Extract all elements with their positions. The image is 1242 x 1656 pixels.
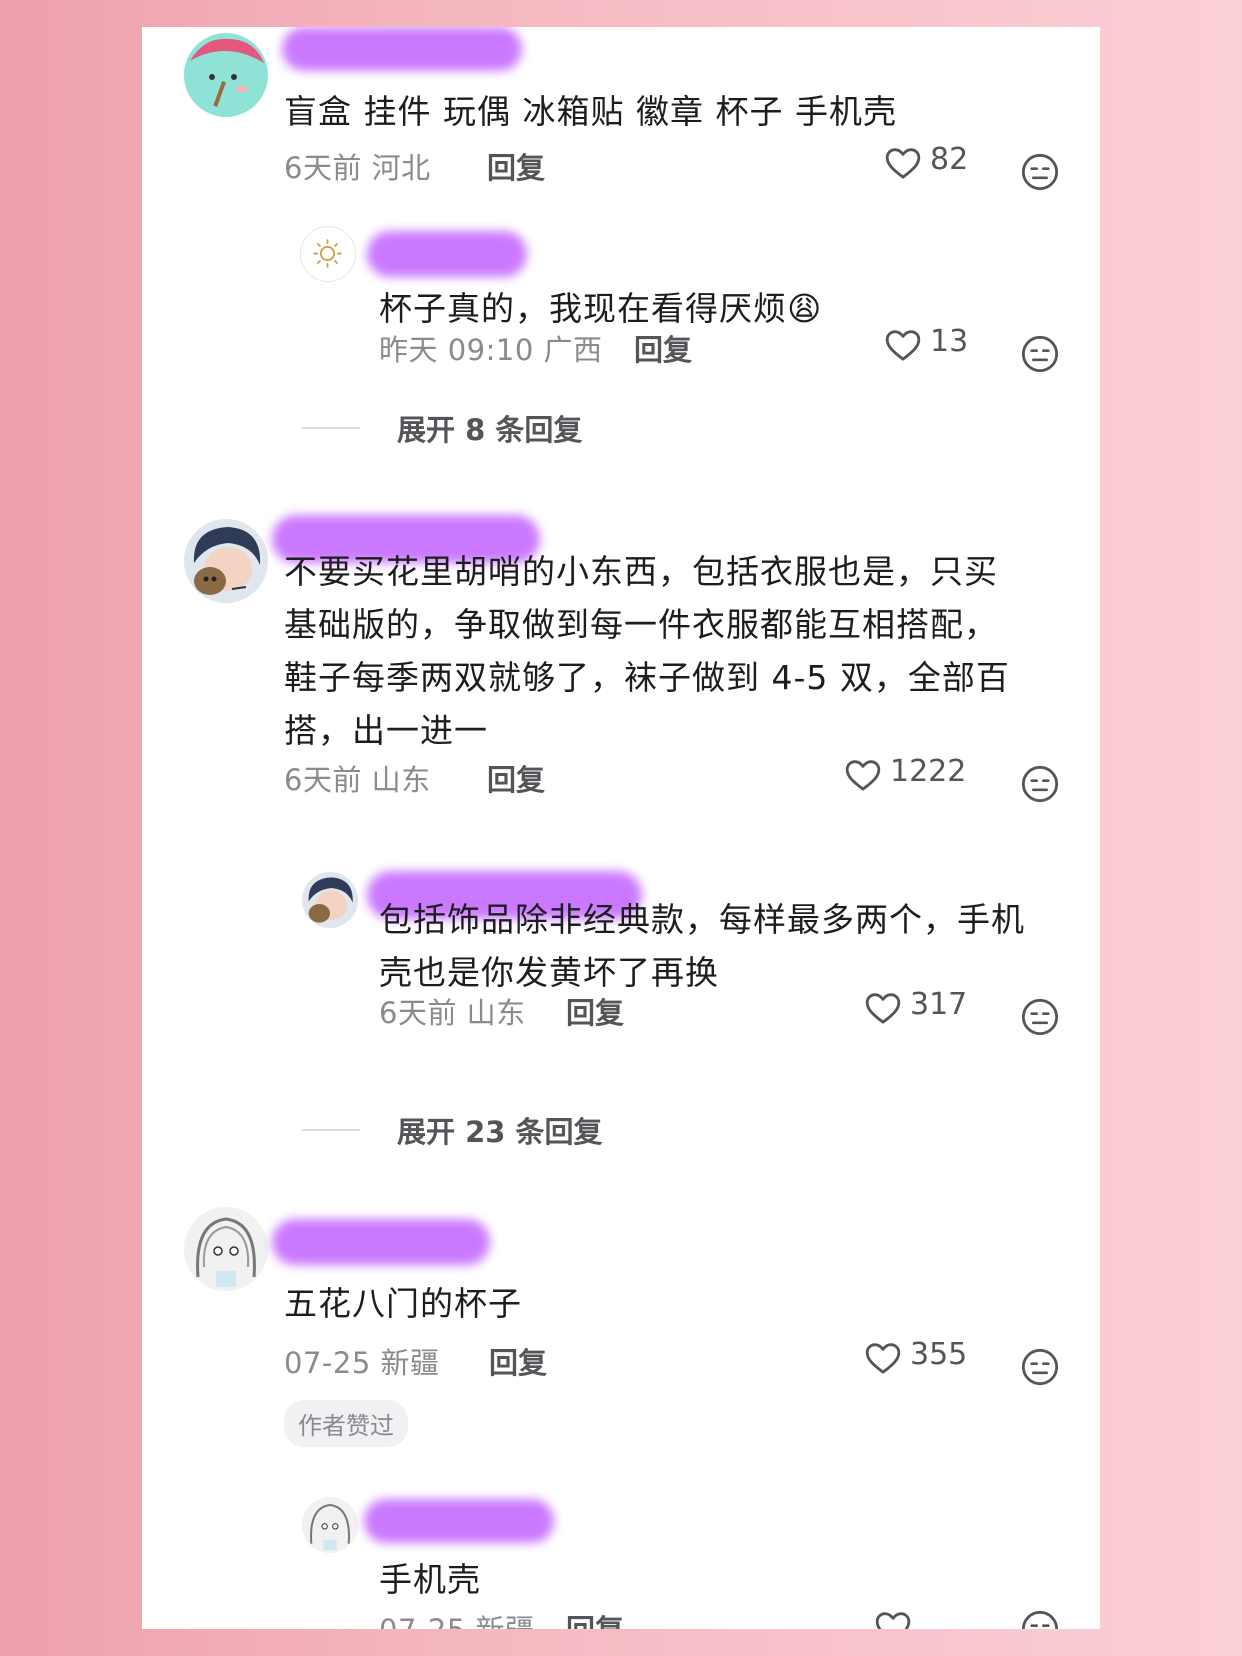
avatar[interactable] bbox=[184, 1207, 268, 1291]
divider bbox=[302, 427, 360, 429]
username-redacted[interactable] bbox=[367, 231, 527, 277]
heart-outline-icon bbox=[845, 760, 881, 791]
like-button[interactable]: 82 bbox=[882, 141, 969, 183]
reply-button[interactable]: 回复 bbox=[566, 990, 624, 1032]
like-count: 317 bbox=[910, 986, 968, 1022]
reply-time: 07-25 新疆 bbox=[379, 1607, 535, 1629]
reply-time: 昨天 09:10 广西 bbox=[379, 333, 603, 367]
avatar[interactable] bbox=[300, 226, 356, 282]
reply-text: 手机壳 bbox=[379, 1560, 481, 1599]
divider bbox=[302, 1129, 360, 1131]
reply-button[interactable]: 回复 bbox=[487, 757, 545, 799]
neutral-face-icon[interactable] bbox=[1020, 764, 1060, 804]
username-redacted[interactable] bbox=[272, 1219, 490, 1265]
avatar[interactable] bbox=[184, 33, 268, 117]
username-redacted[interactable] bbox=[282, 27, 522, 71]
avatar[interactable] bbox=[302, 1497, 358, 1553]
comment-text: 基础版的，争取做到每一件衣服都能互相搭配， bbox=[284, 605, 998, 644]
reply-button[interactable]: 回复 bbox=[634, 327, 692, 369]
like-count: 82 bbox=[930, 141, 969, 177]
comment-list: 盲盒 挂件 玩偶 冰箱贴 徽章 杯子 手机壳 6天前 河北 回复 82 杯子真的… bbox=[142, 27, 1100, 1629]
neutral-face-icon[interactable] bbox=[1020, 152, 1060, 192]
like-button[interactable]: 355 bbox=[862, 1336, 968, 1378]
comment-time: 6天前 河北 bbox=[284, 151, 431, 185]
like-button[interactable]: 13 bbox=[882, 323, 969, 365]
like-count: 1222 bbox=[890, 753, 967, 789]
heart-outline-icon bbox=[885, 148, 921, 179]
like-button[interactable]: 1222 bbox=[842, 753, 967, 795]
neutral-face-icon[interactable] bbox=[1020, 1347, 1060, 1387]
sun-icon bbox=[313, 239, 342, 268]
like-button[interactable]: 317 bbox=[862, 986, 968, 1028]
reply-button[interactable]: 回复 bbox=[487, 145, 545, 187]
reply-text: 包括饰品除非经典款，每样最多两个，手机 bbox=[379, 900, 1025, 939]
author-liked-badge: 作者赞过 bbox=[284, 1400, 408, 1447]
avatar[interactable] bbox=[302, 872, 358, 928]
comment-text: 盲盒 挂件 玩偶 冰箱贴 徽章 杯子 手机壳 bbox=[284, 92, 897, 131]
expand-replies-button[interactable]: 展开 23 条回复 bbox=[397, 1109, 603, 1151]
neutral-face-icon[interactable] bbox=[1020, 1609, 1060, 1629]
reply-time: 6天前 山东 bbox=[379, 996, 526, 1030]
comment-text: 搭，出一进一 bbox=[284, 711, 488, 750]
avatar[interactable] bbox=[184, 519, 268, 603]
neutral-face-icon[interactable] bbox=[1020, 997, 1060, 1037]
reply-button[interactable]: 回复 bbox=[566, 1607, 624, 1629]
heart-outline-icon bbox=[865, 1343, 901, 1374]
comment-text: 鞋子每季两双就够了，袜子做到 4-5 双，全部百 bbox=[284, 658, 1010, 697]
heart-outline-icon bbox=[865, 993, 901, 1024]
neutral-face-icon[interactable] bbox=[1020, 334, 1060, 374]
comment-time: 6天前 山东 bbox=[284, 763, 431, 797]
username-redacted[interactable] bbox=[364, 1499, 554, 1543]
like-count: 355 bbox=[910, 1336, 968, 1372]
like-count: 13 bbox=[930, 323, 969, 359]
comment-text: 不要买花里胡哨的小东西，包括衣服也是，只买 bbox=[284, 552, 998, 591]
reply-button[interactable]: 回复 bbox=[489, 1340, 547, 1382]
heart-outline-icon bbox=[885, 330, 921, 361]
comment-text: 五花八门的杯子 bbox=[284, 1284, 522, 1323]
expand-replies-button[interactable]: 展开 8 条回复 bbox=[397, 407, 582, 449]
heart-outline-icon[interactable] bbox=[872, 1607, 914, 1629]
comment-time: 07-25 新疆 bbox=[284, 1346, 440, 1380]
